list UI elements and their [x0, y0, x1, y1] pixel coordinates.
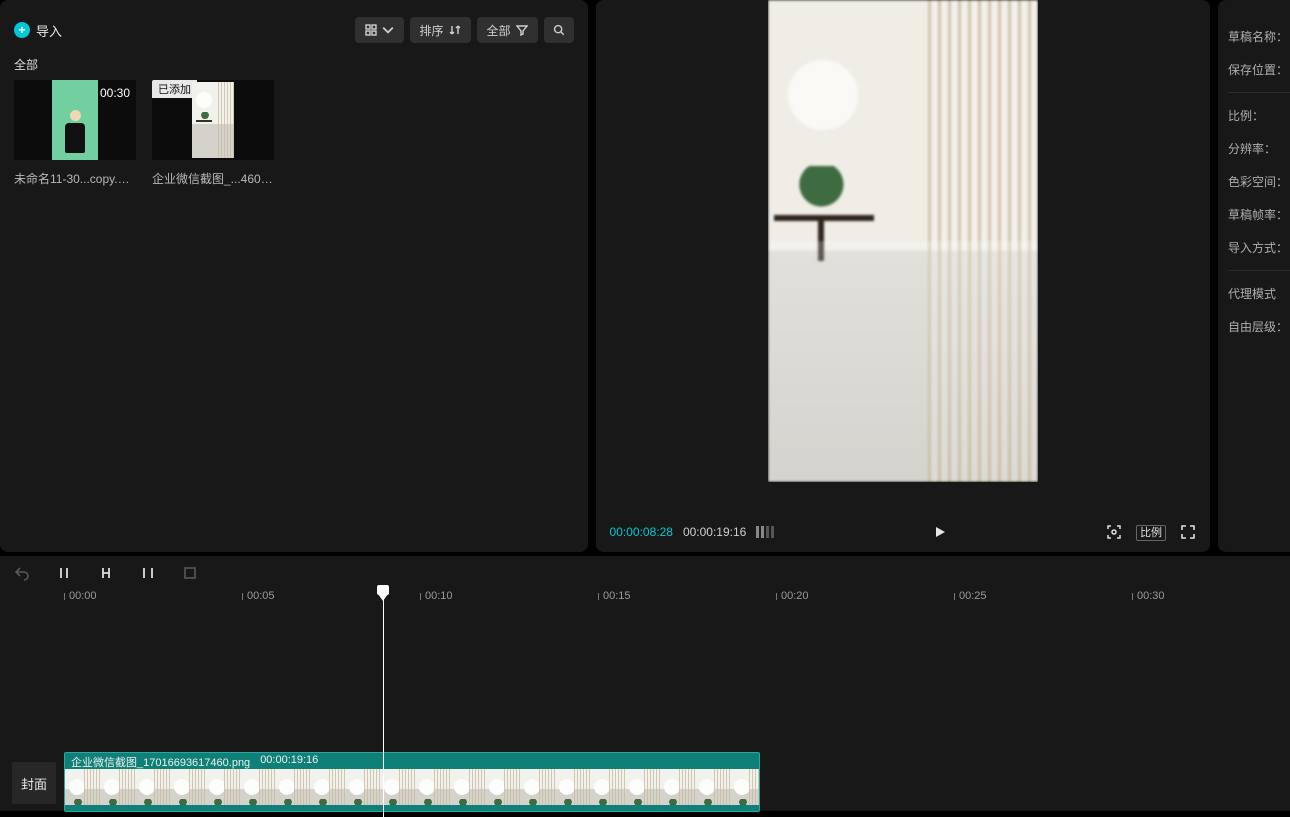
prop-frame-rate: 草稿帧率： — [1218, 198, 1290, 231]
cover-frame-button[interactable]: 封面 — [12, 762, 56, 804]
ruler-tick: 00:25 — [954, 590, 987, 602]
ruler-tick: 00:05 — [242, 590, 275, 602]
prop-draft-name: 草稿名称： — [1218, 20, 1290, 53]
timeline-toolbar — [0, 556, 1290, 590]
trim-end-button[interactable] — [140, 565, 156, 581]
view-mode-dropdown[interactable] — [355, 17, 404, 43]
split-button[interactable] — [56, 565, 72, 581]
timeline-clip[interactable]: 企业微信截图_17016693617460.png 00:00:19:16 — [64, 752, 760, 812]
crop-icon — [182, 565, 198, 581]
undo-button[interactable] — [14, 565, 30, 581]
clip-duration: 00:30 — [100, 86, 130, 100]
fullscreen-button[interactable] — [1180, 524, 1196, 540]
split-icon — [56, 565, 72, 581]
preview-viewport[interactable] — [768, 0, 1038, 482]
timeline-tracks[interactable]: 封面 企业微信截图_17016693617460.png 00:00:19:16 — [0, 612, 1290, 811]
timeline-clip-duration: 00:00:19:16 — [260, 754, 318, 768]
clip-thumbnail: 00:30 — [14, 80, 136, 160]
clip-filename: 企业微信截图_...460.png — [152, 170, 274, 187]
sort-icon — [449, 24, 461, 36]
safe-zone-button[interactable] — [1106, 524, 1122, 540]
ruler-tick: 00:00 — [64, 590, 97, 602]
prop-save-path: 保存位置： — [1218, 53, 1290, 86]
grid-icon — [365, 24, 377, 36]
prop-import-mode: 导入方式： — [1218, 231, 1290, 264]
search-button[interactable] — [544, 17, 574, 43]
media-toolbar: + 导入 排序 全部 — [14, 16, 574, 44]
ruler-tick: 00:20 — [776, 590, 809, 602]
clip-filename: 未命名11-30...copy.mp4 — [14, 170, 136, 187]
fullscreen-icon — [1180, 524, 1196, 540]
import-label: 导入 — [36, 21, 62, 40]
clip-thumbnail: 已添加 — [152, 80, 274, 160]
preview-content — [768, 0, 1038, 482]
timeline-ruler[interactable]: 00:00 00:05 00:10 00:15 00:20 00:25 00:30 — [0, 590, 1290, 612]
media-clip-list: 00:30 未命名11-30...copy.mp4 已添加 企业微信截图_...… — [14, 80, 274, 187]
prop-color-space: 色彩空间： — [1218, 165, 1290, 198]
prop-free-layer: 自由层级： — [1218, 310, 1290, 343]
media-clip[interactable]: 00:30 未命名11-30...copy.mp4 — [14, 80, 136, 187]
properties-panel: 草稿名称： 保存位置： 比例： 分辨率： 色彩空间： 草稿帧率： 导入方式： 代… — [1218, 0, 1290, 552]
play-icon — [933, 525, 947, 539]
prop-resolution: 分辨率： — [1218, 132, 1290, 165]
trim-end-icon — [140, 565, 156, 581]
media-category[interactable]: 全部 — [14, 56, 38, 73]
prop-ratio: 比例： — [1218, 99, 1290, 132]
sort-label: 排序 — [420, 22, 444, 39]
preview-panel: 00:00:08:28 00:00:19:16 比例 — [596, 0, 1211, 552]
plus-icon: + — [14, 22, 30, 38]
ruler-tick: 00:10 — [420, 590, 453, 602]
timeline-clip-name: 企业微信截图_17016693617460.png — [71, 754, 250, 768]
aspect-ratio-label: 比例 — [1136, 525, 1166, 541]
trim-start-icon — [98, 565, 114, 581]
playhead[interactable] — [383, 590, 384, 817]
crop-button[interactable] — [182, 565, 198, 581]
ruler-tick: 00:30 — [1132, 590, 1165, 602]
ruler-tick: 00:15 — [598, 590, 631, 602]
prop-proxy-mode: 代理模式 — [1218, 277, 1290, 310]
focus-frame-icon — [1106, 524, 1122, 540]
filter-label: 全部 — [487, 22, 511, 39]
aspect-ratio-button[interactable]: 比例 — [1136, 524, 1166, 540]
timeline-panel: 00:00 00:05 00:10 00:15 00:20 00:25 00:30 封面 企… — [0, 556, 1290, 811]
media-panel: + 导入 排序 全部 全部 00:30 — [0, 0, 588, 552]
audio-level-icon — [756, 526, 774, 538]
timecode-current: 00:00:08:28 — [610, 525, 673, 539]
preview-controls: 00:00:08:28 00:00:19:16 比例 — [596, 512, 1211, 552]
clip-added-badge: 已添加 — [152, 80, 197, 98]
trim-start-button[interactable] — [98, 565, 114, 581]
chevron-down-icon — [382, 24, 394, 36]
timecode-total: 00:00:19:16 — [683, 525, 746, 539]
import-button[interactable]: + 导入 — [14, 21, 62, 40]
sort-dropdown[interactable]: 排序 — [410, 17, 471, 43]
funnel-icon — [516, 24, 528, 36]
media-clip[interactable]: 已添加 企业微信截图_...460.png — [152, 80, 274, 187]
play-button[interactable] — [933, 525, 947, 539]
undo-icon — [14, 565, 30, 581]
search-icon — [553, 24, 565, 36]
filter-dropdown[interactable]: 全部 — [477, 17, 538, 43]
